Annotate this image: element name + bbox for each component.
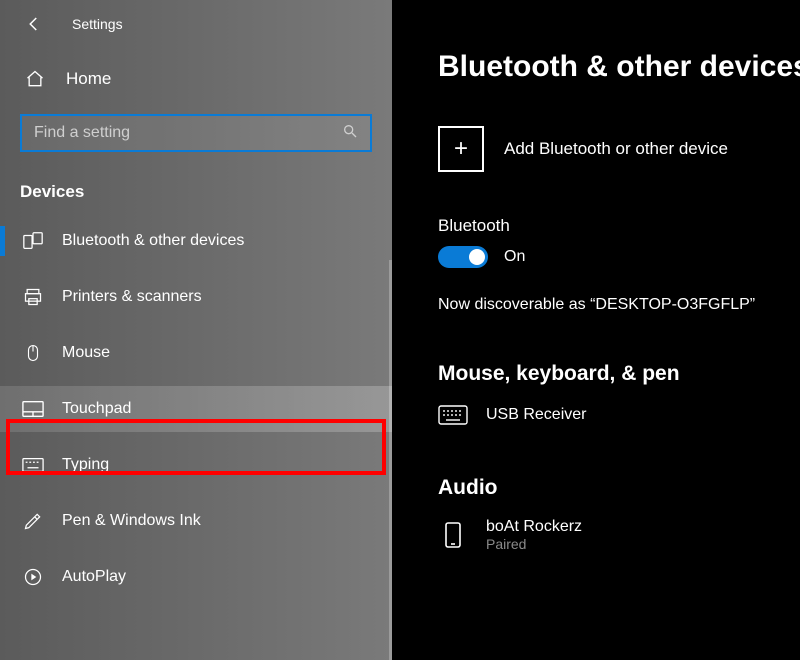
sidebar-item-typing[interactable]: Typing xyxy=(0,442,392,488)
group-heading-audio: Audio xyxy=(438,476,800,500)
header-title: Settings xyxy=(72,16,123,32)
device-row[interactable]: boAt Rockerz Paired xyxy=(438,518,800,552)
home-label: Home xyxy=(66,69,111,89)
sidebar-item-mouse[interactable]: Mouse xyxy=(0,330,392,376)
search-field[interactable] xyxy=(20,114,372,152)
device-name: USB Receiver xyxy=(486,406,586,424)
printer-icon xyxy=(22,286,44,308)
section-heading: Devices xyxy=(0,152,392,218)
mouse-icon xyxy=(22,342,44,364)
phone-device-icon xyxy=(438,524,468,546)
sidebar-item-printers[interactable]: Printers & scanners xyxy=(0,274,392,320)
back-button[interactable] xyxy=(24,14,44,34)
search-input[interactable] xyxy=(34,124,342,142)
device-name: boAt Rockerz xyxy=(486,518,582,536)
bluetooth-heading: Bluetooth xyxy=(438,216,800,236)
add-device-label: Add Bluetooth or other device xyxy=(504,139,728,159)
device-status: Paired xyxy=(486,536,582,552)
sidebar-item-autoplay[interactable]: AutoPlay xyxy=(0,554,392,600)
sidebar-item-bluetooth[interactable]: Bluetooth & other devices xyxy=(0,218,392,264)
bluetooth-toggle[interactable] xyxy=(438,246,488,268)
sidebar-item-label: AutoPlay xyxy=(62,568,126,586)
sidebar-item-pen[interactable]: Pen & Windows Ink xyxy=(0,498,392,544)
discoverable-text: Now discoverable as “DESKTOP-O3FGFLP” xyxy=(438,296,800,314)
bluetooth-toggle-label: On xyxy=(504,248,525,266)
pen-icon xyxy=(22,510,44,532)
group-heading-mouse: Mouse, keyboard, & pen xyxy=(438,362,800,386)
home-icon xyxy=(24,68,46,90)
autoplay-icon xyxy=(22,566,44,588)
sidebar-item-label: Mouse xyxy=(62,344,110,362)
sidebar-item-label: Pen & Windows Ink xyxy=(62,512,201,530)
page-title: Bluetooth & other devices xyxy=(438,50,800,84)
home-link[interactable]: Home xyxy=(0,48,392,106)
sidebar-item-label: Printers & scanners xyxy=(62,288,202,306)
touchpad-icon xyxy=(22,398,44,420)
plus-icon: + xyxy=(438,126,484,172)
search-icon xyxy=(342,123,358,144)
sidebar-item-label: Bluetooth & other devices xyxy=(62,232,244,250)
bluetooth-devices-icon xyxy=(22,230,44,252)
keyboard-icon xyxy=(22,454,44,476)
settings-sidebar: Settings Home Devices Bluetooth & other … xyxy=(0,0,392,660)
add-device-button[interactable]: + Add Bluetooth or other device xyxy=(438,126,800,172)
sidebar-scrollbar[interactable] xyxy=(389,260,392,660)
sidebar-item-label: Typing xyxy=(62,456,109,474)
device-row[interactable]: USB Receiver xyxy=(438,404,800,426)
keyboard-device-icon xyxy=(438,404,468,426)
main-panel: Bluetooth & other devices + Add Bluetoot… xyxy=(392,0,800,660)
sidebar-item-touchpad[interactable]: Touchpad xyxy=(0,386,392,432)
sidebar-item-label: Touchpad xyxy=(62,400,131,418)
